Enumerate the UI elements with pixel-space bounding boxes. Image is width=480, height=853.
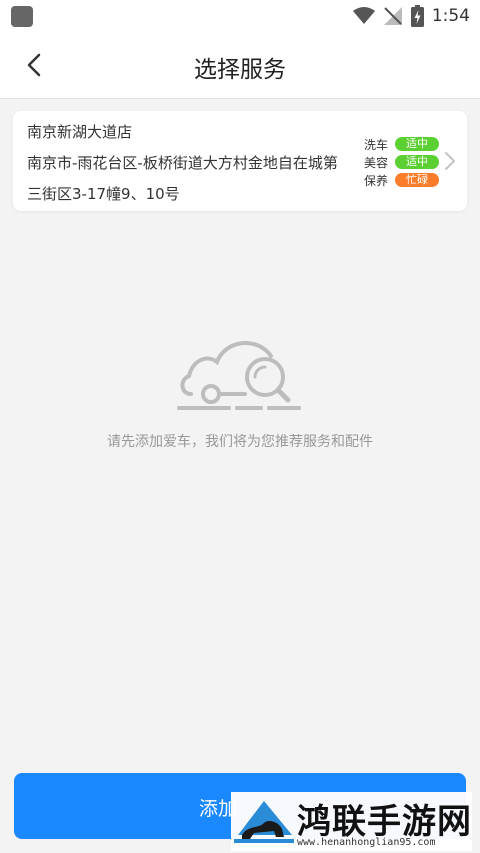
chevron-right-icon	[445, 152, 455, 170]
car-search-illustration	[177, 341, 301, 410]
status-indicators: 1:54	[352, 4, 470, 28]
service-row-maintenance: 保养 忙碌	[364, 171, 439, 189]
store-name: 南京新湖大道店	[27, 123, 133, 141]
service-status-badge: 忙碌	[395, 173, 439, 187]
watermark-logo	[234, 801, 294, 843]
service-name: 洗车	[364, 137, 389, 152]
service-row-beauty: 美容 适中	[364, 153, 439, 171]
service-name: 美容	[364, 155, 389, 170]
page-title: 选择服务	[194, 57, 286, 83]
service-status-badge: 适中	[395, 155, 439, 169]
service-name: 保养	[364, 173, 389, 188]
service-status-badge: 适中	[395, 137, 439, 151]
header-bar: 选择服务	[0, 32, 480, 99]
store-card[interactable]: 南京新湖大道店 南京市-雨花台区-板桥街道大方村金地自在城第三街区3-17幢9、…	[13, 111, 467, 211]
watermark-name: 鸿联手游网	[297, 802, 472, 842]
empty-state-message: 请先添加爱车，我们将为您推荐服务和配件	[107, 434, 373, 450]
store-address: 南京市-雨花台区-板桥街道大方村金地自在城第三街区3-17幢9、10号	[27, 154, 338, 203]
status-bar: 1:54	[0, 0, 480, 32]
wifi-icon	[352, 7, 375, 24]
battery-charging-icon	[410, 5, 424, 27]
watermark: 鸿联手游网 www.henanhonglian95.com	[231, 792, 472, 851]
service-row-wash: 洗车 适中	[364, 135, 439, 153]
no-signal-icon	[383, 7, 402, 25]
service-status-list: 洗车 适中 美容 适中 保养 忙碌	[364, 135, 439, 189]
status-time: 1:54	[431, 6, 470, 26]
app-notification-icon	[11, 6, 33, 27]
watermark-url: www.henanhonglian95.com	[297, 837, 436, 848]
